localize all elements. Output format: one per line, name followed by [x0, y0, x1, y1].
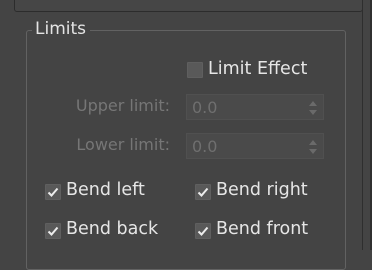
- upper-limit-label: Upper limit:: [75, 96, 170, 115]
- upper-limit-value: 0.0: [192, 98, 218, 117]
- checkmark-icon: [197, 187, 209, 197]
- previous-rollout-bottom: [14, 0, 363, 12]
- limit-effect-checkbox[interactable]: [187, 62, 203, 78]
- bend-left-label[interactable]: Bend left: [66, 180, 145, 200]
- bend-back-checkbox[interactable]: [45, 223, 61, 239]
- checkmark-icon: [47, 187, 59, 197]
- bend-right-label[interactable]: Bend right: [216, 180, 308, 200]
- panel-divider: [362, 0, 363, 250]
- bend-back-label[interactable]: Bend back: [66, 219, 158, 239]
- upper-limit-spinner[interactable]: 0.0: [186, 94, 324, 120]
- spinner-arrows-icon[interactable]: [309, 100, 317, 115]
- bend-right-checkbox[interactable]: [195, 184, 211, 200]
- limits-group-title: Limits: [32, 19, 90, 39]
- lower-limit-spinner[interactable]: 0.0: [186, 133, 324, 159]
- bend-front-checkbox[interactable]: [195, 223, 211, 239]
- lower-limit-value: 0.0: [192, 137, 218, 156]
- bend-front-label[interactable]: Bend front: [216, 219, 308, 239]
- lower-limit-label: Lower limit:: [76, 135, 170, 154]
- bend-left-checkbox[interactable]: [45, 184, 61, 200]
- checkmark-icon: [47, 226, 59, 236]
- checkmark-icon: [197, 226, 209, 236]
- limit-effect-label[interactable]: Limit Effect: [208, 59, 307, 79]
- spinner-arrows-icon[interactable]: [309, 139, 317, 154]
